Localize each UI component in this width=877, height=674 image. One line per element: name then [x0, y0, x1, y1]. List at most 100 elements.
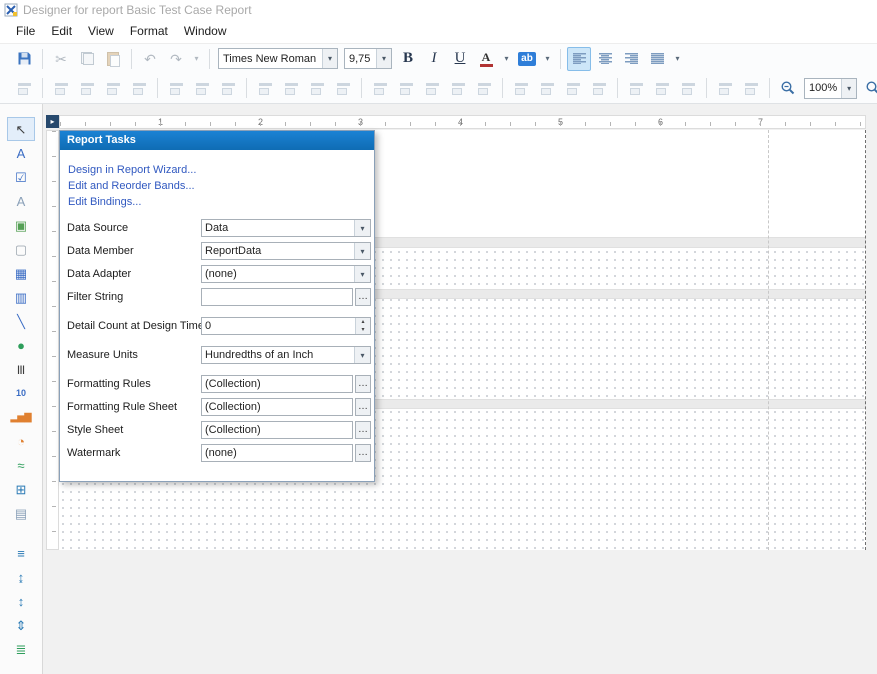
- sparkline-tool[interactable]: ≈: [7, 453, 35, 477]
- highlight-button[interactable]: ab: [515, 47, 539, 71]
- cut-button[interactable]: ✂: [49, 47, 73, 71]
- menu-window[interactable]: Window: [176, 21, 235, 41]
- vert-space-remove-button[interactable]: [587, 76, 611, 100]
- menu-edit[interactable]: Edit: [43, 21, 80, 41]
- chevron-down-icon[interactable]: ▾: [354, 266, 370, 282]
- label-tool[interactable]: A: [7, 141, 35, 165]
- data-source-combo[interactable]: Data▾: [201, 219, 371, 237]
- bar-code-tool[interactable]: |||: [7, 357, 35, 381]
- smart-tag-corner-button[interactable]: ▸: [46, 115, 59, 128]
- formatting-rule-sheet-ellipsis-button[interactable]: …: [355, 398, 371, 416]
- horz-space-equal-button[interactable]: [368, 76, 392, 100]
- panel-tool[interactable]: ▢: [7, 237, 35, 261]
- save-button[interactable]: [12, 47, 36, 71]
- spinner-buttons[interactable]: ▴▾: [355, 318, 370, 334]
- font-color-button[interactable]: A: [474, 47, 498, 71]
- font-color-dropdown[interactable]: ▾: [500, 47, 513, 71]
- zip-code-tool[interactable]: 10: [7, 381, 35, 405]
- vert-space-decrease-button[interactable]: [561, 76, 585, 100]
- chevron-down-icon[interactable]: ▾: [322, 49, 337, 68]
- chevron-down-icon[interactable]: ▾: [841, 79, 856, 98]
- redo-button[interactable]: ↷: [164, 47, 188, 71]
- detail-count-at-design-time-spinner[interactable]: 0▴▾: [201, 317, 371, 335]
- align-baseline-button[interactable]: [216, 76, 240, 100]
- font-name-combo[interactable]: Times New Roman ▾: [218, 48, 338, 69]
- zoom-in-button[interactable]: [861, 76, 877, 100]
- undo-redo-dropdown[interactable]: ▾: [190, 47, 203, 71]
- check-box-tool[interactable]: ☑: [7, 165, 35, 189]
- undo-button[interactable]: ↶: [138, 47, 162, 71]
- order-options-button[interactable]: [739, 76, 763, 100]
- chevron-down-icon[interactable]: ▾: [354, 347, 370, 363]
- picture-box-tool[interactable]: ▣: [7, 213, 35, 237]
- horz-space-increase-button[interactable]: [394, 76, 418, 100]
- align-centers-button[interactable]: [75, 76, 99, 100]
- align-tops-button[interactable]: [127, 76, 151, 100]
- formatting-rule-sheet-input[interactable]: (Collection): [201, 398, 353, 416]
- page-info-tool[interactable]: ▤: [7, 501, 35, 525]
- cross-band-line-tool[interactable]: ↕: [7, 589, 35, 613]
- measure-units-combo[interactable]: Hundredths of an Inch▾: [201, 346, 371, 364]
- formatting-rules-input[interactable]: (Collection): [201, 375, 353, 393]
- watermark-input[interactable]: (none): [201, 444, 353, 462]
- align-right-button[interactable]: [619, 47, 643, 71]
- horz-space-concat-button[interactable]: [472, 76, 496, 100]
- bold-button[interactable]: B: [396, 47, 420, 71]
- align-lefts-button[interactable]: [49, 76, 73, 100]
- make-same-height-button[interactable]: [305, 76, 329, 100]
- zoom-out-button[interactable]: [776, 76, 800, 100]
- bring-to-front-button[interactable]: [676, 76, 700, 100]
- menu-format[interactable]: Format: [122, 21, 176, 41]
- make-same-size-button[interactable]: [331, 76, 355, 100]
- gauge-tool[interactable]: ◔: [7, 429, 35, 453]
- underline-button[interactable]: U: [448, 47, 472, 71]
- pivot-grid-tool[interactable]: ⊞: [7, 477, 35, 501]
- menu-view[interactable]: View: [80, 21, 122, 41]
- page-break-tool[interactable]: ↨: [7, 565, 35, 589]
- italic-button[interactable]: I: [422, 47, 446, 71]
- align-middles-button[interactable]: [164, 76, 188, 100]
- align-left-button[interactable]: [567, 47, 591, 71]
- align-to-grid-button[interactable]: [12, 76, 36, 100]
- vert-space-increase-button[interactable]: [535, 76, 559, 100]
- align-center-button[interactable]: [593, 47, 617, 71]
- send-to-back-button[interactable]: [713, 76, 737, 100]
- data-member-combo[interactable]: ReportData▾: [201, 242, 371, 260]
- align-justify-button[interactable]: [645, 47, 669, 71]
- chevron-down-icon[interactable]: ▾: [354, 220, 370, 236]
- copy-button[interactable]: [75, 47, 99, 71]
- paste-button[interactable]: [101, 47, 125, 71]
- table-tool[interactable]: ▦: [7, 261, 35, 285]
- watermark-ellipsis-button[interactable]: …: [355, 444, 371, 462]
- size-to-grid-button[interactable]: [279, 76, 303, 100]
- highlight-dropdown[interactable]: ▾: [541, 47, 554, 71]
- style-sheet-ellipsis-button[interactable]: …: [355, 421, 371, 439]
- center-horizontally-button[interactable]: [624, 76, 648, 100]
- link-edit-and-reorder-bands[interactable]: Edit and Reorder Bands...: [68, 180, 374, 196]
- chevron-down-icon[interactable]: ▾: [376, 49, 391, 68]
- chart-tool[interactable]: ▂▅▇: [7, 405, 35, 429]
- link-design-in-report-wizard[interactable]: Design in Report Wizard...: [68, 164, 374, 180]
- filter-string-input[interactable]: [201, 288, 353, 306]
- rich-text-tool[interactable]: A: [7, 189, 35, 213]
- link-edit-bindings[interactable]: Edit Bindings...: [68, 196, 374, 212]
- table-of-contents-tool[interactable]: ≡: [7, 541, 35, 565]
- align-dropdown[interactable]: ▾: [671, 47, 684, 71]
- spin-up-icon[interactable]: ▴: [356, 318, 370, 326]
- menu-file[interactable]: File: [8, 21, 43, 41]
- filter-string-ellipsis-button[interactable]: …: [355, 288, 371, 306]
- formatting-rules-ellipsis-button[interactable]: …: [355, 375, 371, 393]
- chevron-down-icon[interactable]: ▾: [354, 243, 370, 259]
- character-comb-tool[interactable]: ▥: [7, 285, 35, 309]
- subreport-tool[interactable]: ≣: [7, 637, 35, 661]
- vert-space-equal-button[interactable]: [509, 76, 533, 100]
- zoom-combo[interactable]: 100% ▾: [804, 78, 857, 99]
- spin-down-icon[interactable]: ▾: [356, 326, 370, 334]
- align-bottoms-button[interactable]: [190, 76, 214, 100]
- cross-band-box-tool[interactable]: ⇕: [7, 613, 35, 637]
- pointer-tool[interactable]: ↖: [7, 117, 35, 141]
- font-size-combo[interactable]: 9,75 ▾: [344, 48, 392, 69]
- style-sheet-input[interactable]: (Collection): [201, 421, 353, 439]
- horz-space-remove-button[interactable]: [446, 76, 470, 100]
- align-rights-button[interactable]: [101, 76, 125, 100]
